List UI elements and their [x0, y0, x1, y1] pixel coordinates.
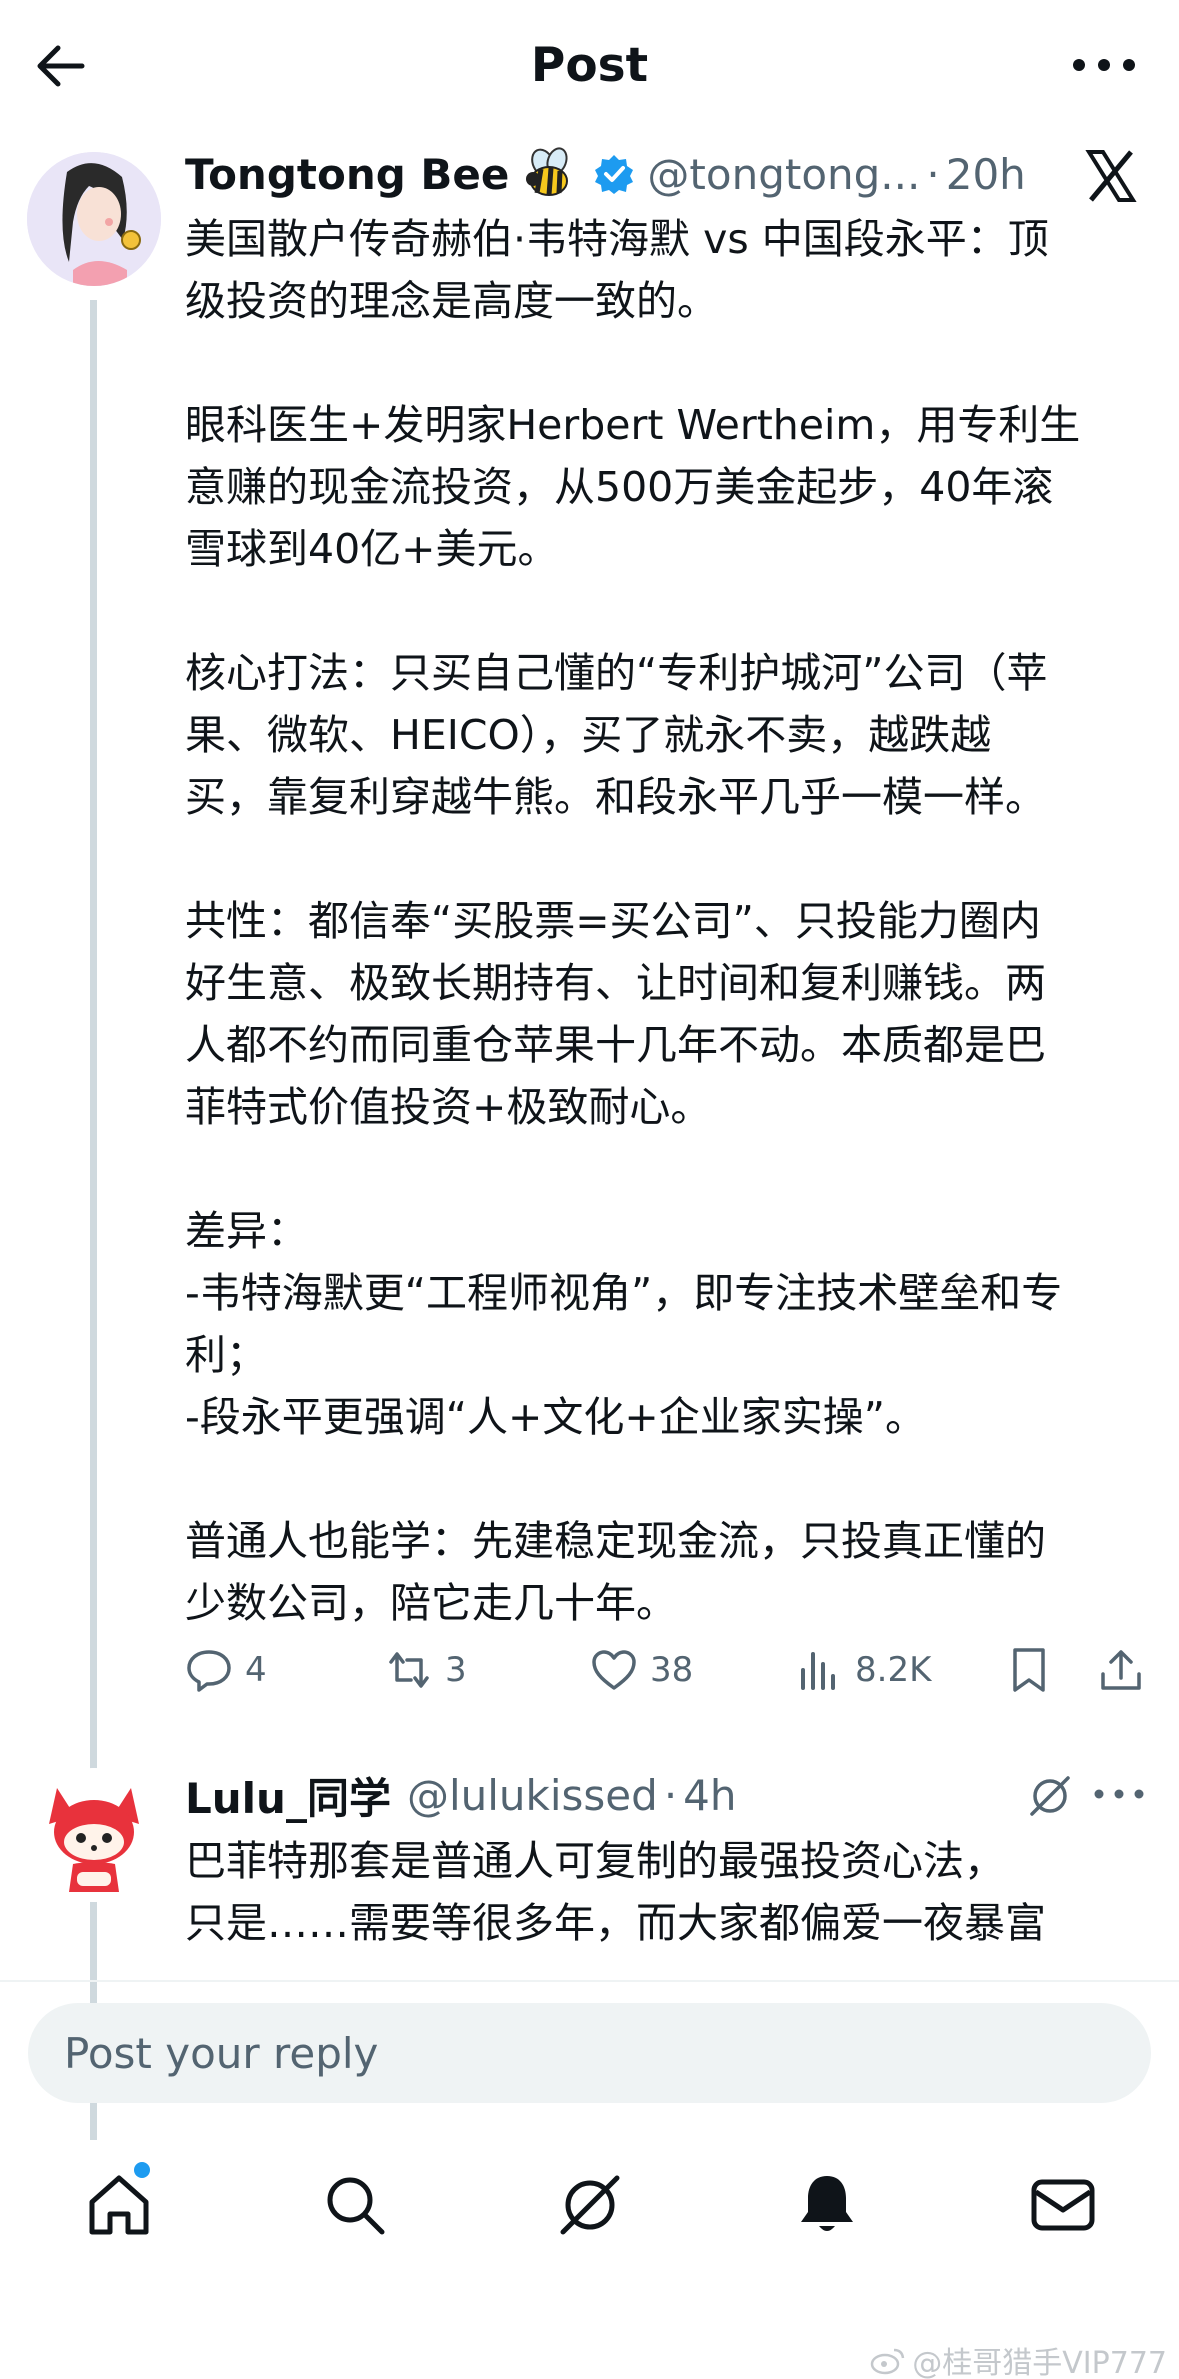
repost-button[interactable]: 3	[385, 1635, 467, 1705]
watermark: @桂哥猎手VIP777	[870, 2338, 1167, 2379]
views-chart-icon	[801, 1652, 835, 1690]
reply-author-handle[interactable]: @lulukissed	[407, 1771, 658, 1820]
post-paragraph: 美国散户传奇赫伯·韦特海默 vs 中国段永平：顶 级投资的理念是高度一致的。	[185, 215, 1049, 325]
messages-mail-icon[interactable]	[1028, 2170, 1098, 2240]
home-icon[interactable]	[84, 2170, 154, 2240]
author-handle[interactable]: @tongtong...	[647, 150, 920, 199]
post-text: 美国散户传奇赫伯·韦特海默 vs 中国段永平：顶 级投资的理念是高度一致的。 眼…	[185, 208, 1145, 1634]
composer-divider	[0, 1980, 1179, 1982]
share-icon	[1101, 1650, 1141, 1690]
views-button[interactable]: 8.2K	[795, 1635, 931, 1705]
bee-emoji-icon	[521, 145, 579, 203]
like-button[interactable]: 38	[590, 1635, 693, 1705]
reply-count: 4	[245, 1650, 267, 1690]
search-icon[interactable]	[320, 2170, 390, 2240]
bookmark-icon	[1013, 1648, 1045, 1692]
post-paragraph: 普通人也能学：先建稳定现金流，只投真正懂的 少数公司，陪它走几十年。	[185, 1517, 1046, 1627]
watermark-text: @桂哥猎手VIP777	[912, 2346, 1167, 2379]
bookmark-button[interactable]	[1005, 1635, 1053, 1705]
x-logo-icon	[1083, 148, 1139, 204]
verified-badge-icon	[593, 153, 635, 195]
post-paragraph: 核心打法：只买自己懂的“专利护城河”公司（苹 果、微软、HEICO），买了就永不…	[185, 649, 1048, 821]
reply-text: 巴菲特那套是普通人可复制的最强投资心法， 只是……需要等很多年，而大家都偏爱一夜…	[185, 1837, 1046, 1947]
reply-avatar[interactable]	[27, 1768, 161, 1902]
repost-icon	[389, 1652, 429, 1688]
weibo-logo-icon	[871, 2348, 905, 2375]
post-paragraph: 差异： -韦特海默更“工程师视角”，即专注技术壁垒和专 利； -段永平更强调“人…	[185, 1207, 1063, 1441]
author-name[interactable]: Tongtong Bee	[185, 150, 509, 199]
grok-tab-icon[interactable]	[555, 2170, 625, 2240]
separator-dot: ·	[663, 1770, 678, 1820]
post-time[interactable]: 20h	[946, 150, 1026, 199]
reply-header: Lulu_同学 @lulukissed · 4h	[185, 1760, 737, 1830]
views-count: 8.2K	[855, 1650, 932, 1690]
reply-author-name[interactable]: Lulu_同学	[185, 1765, 391, 1826]
top-bar: Post	[0, 0, 1179, 130]
post-actions: 4 3 38 8.2K	[185, 1635, 1145, 1705]
heart-icon	[592, 1650, 636, 1690]
reply-post[interactable]: Lulu_同学 @lulukissed · 4h 巴菲特那套是普通人可复制的最强…	[0, 1760, 1179, 1980]
like-count: 38	[650, 1650, 694, 1690]
page-title: Post	[530, 38, 649, 93]
avatar[interactable]	[27, 152, 161, 286]
post-paragraph: 眼科医生+发明家Herbert Wertheim，用专利生 意赚的现金流投资，从…	[185, 401, 1081, 573]
reply-icon	[187, 1650, 231, 1692]
more-options-icon[interactable]	[1069, 40, 1139, 90]
reply-more-options-icon[interactable]	[1089, 1774, 1149, 1814]
separator-dot: ·	[926, 149, 940, 199]
home-notification-dot	[134, 2162, 150, 2178]
notifications-bell-icon[interactable]	[792, 2170, 862, 2240]
reply-time[interactable]: 4h	[683, 1771, 736, 1820]
reply-composer-input[interactable]: Post your reply	[28, 2003, 1151, 2103]
reply-button[interactable]: 4	[185, 1635, 267, 1705]
bottom-tab-bar	[0, 2150, 1179, 2260]
post-paragraph: 共性：都信奉“买股票=买公司”、只投能力圈内 好生意、极致长期持有、让时间和复利…	[185, 897, 1046, 1131]
post-header: Tongtong Bee @tongtong... · 20h	[185, 140, 1026, 208]
repost-count: 3	[445, 1650, 467, 1690]
grok-icon[interactable]	[1026, 1772, 1074, 1820]
share-button[interactable]	[1097, 1635, 1145, 1705]
